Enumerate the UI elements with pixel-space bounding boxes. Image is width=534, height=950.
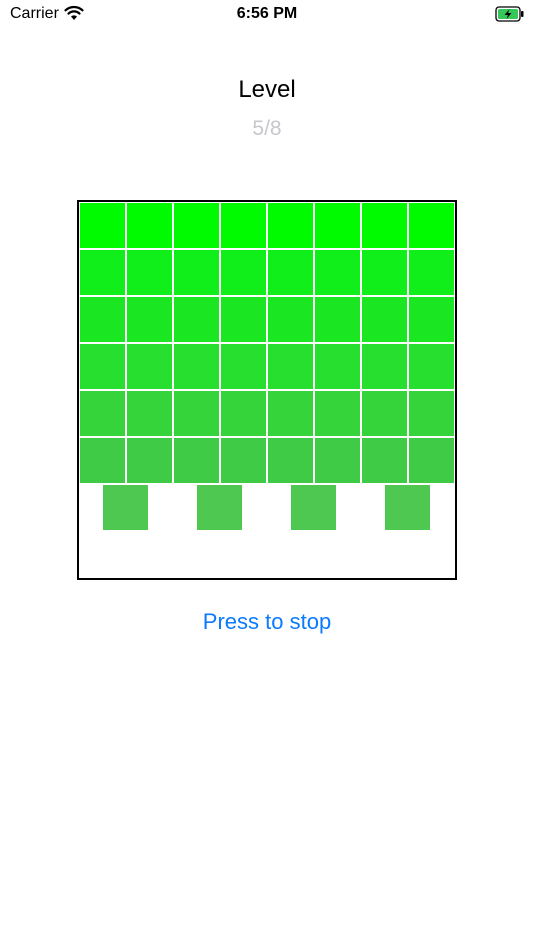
stacked-block: [127, 203, 172, 248]
page-title: Level: [238, 76, 296, 103]
stacked-block: [127, 250, 172, 295]
stacked-block: [268, 438, 313, 483]
stacked-block: [80, 203, 125, 248]
stacked-block: [362, 344, 407, 389]
sliding-block: [385, 485, 430, 530]
stacked-block: [80, 250, 125, 295]
stacked-block: [221, 250, 266, 295]
stacked-block: [127, 438, 172, 483]
stacked-block: [315, 297, 360, 342]
stacked-block: [409, 203, 454, 248]
stacked-block: [174, 438, 219, 483]
stacked-block: [221, 297, 266, 342]
stacked-block: [221, 344, 266, 389]
level-indicator: 5/8: [252, 117, 282, 140]
stacked-block: [362, 203, 407, 248]
stacked-block: [221, 203, 266, 248]
stacked-block: [409, 391, 454, 436]
stacked-block: [80, 297, 125, 342]
stacked-block: [174, 203, 219, 248]
stacked-block: [174, 297, 219, 342]
stacked-block: [362, 438, 407, 483]
stacked-block: [221, 438, 266, 483]
game-board[interactable]: [77, 200, 457, 580]
stacked-block: [80, 391, 125, 436]
sliding-block: [103, 485, 148, 530]
stacked-block: [315, 344, 360, 389]
stacked-block: [409, 250, 454, 295]
stacked-block: [127, 344, 172, 389]
sliding-block: [291, 485, 336, 530]
stacked-block: [80, 344, 125, 389]
stacked-block: [268, 297, 313, 342]
stacked-block: [409, 344, 454, 389]
stacked-block: [362, 297, 407, 342]
status-bar: Carrier 6:56 PM: [0, 0, 534, 28]
stacked-block: [362, 391, 407, 436]
stacked-block: [315, 250, 360, 295]
stacked-block: [362, 250, 407, 295]
battery-charging-icon: [495, 6, 524, 22]
stacked-block: [409, 297, 454, 342]
stacked-block: [80, 438, 125, 483]
stacked-block: [268, 203, 313, 248]
stacked-block: [127, 297, 172, 342]
stacked-block: [315, 203, 360, 248]
stacked-block: [268, 391, 313, 436]
stacked-block: [127, 391, 172, 436]
status-time: 6:56 PM: [236, 5, 298, 22]
stacked-block: [268, 344, 313, 389]
stacked-block: [268, 250, 313, 295]
stacked-block: [315, 438, 360, 483]
stacked-block: [315, 391, 360, 436]
stacked-block: [174, 344, 219, 389]
stacked-block: [409, 438, 454, 483]
stacked-block: [221, 391, 266, 436]
sliding-block: [197, 485, 242, 530]
stop-button[interactable]: Press to stop: [0, 609, 534, 635]
stacked-block: [174, 391, 219, 436]
stacked-block: [174, 250, 219, 295]
